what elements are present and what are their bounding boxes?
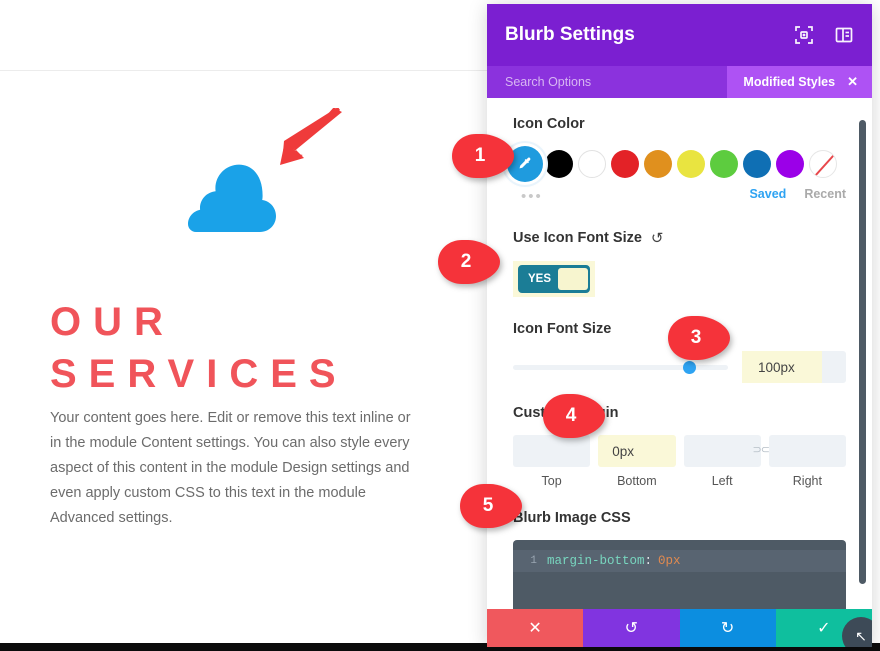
panel-footer: ✕ ↺ ↻ ✓ xyxy=(487,609,872,647)
reset-icon[interactable]: ↺ xyxy=(651,229,664,247)
redo-button[interactable]: ↻ xyxy=(679,609,776,647)
panel-subbar: Modified Styles ✕ xyxy=(487,66,872,98)
blurb-image-css-label: Blurb Image CSS xyxy=(513,510,631,526)
margin-bottom-caption: Bottom xyxy=(617,474,657,488)
swatch-orange[interactable] xyxy=(644,150,672,178)
marker-5-number: 5 xyxy=(482,495,494,516)
modified-styles-chip[interactable]: Modified Styles ✕ xyxy=(727,66,872,98)
custom-margin-group: Top 0px Bottom Left ⊃⊂ Right xyxy=(513,435,846,488)
pointer-arrow-icon xyxy=(262,107,348,177)
use-icon-font-size-label: Use Icon Font Size ↺ xyxy=(513,229,846,247)
icon-color-label: Icon Color xyxy=(513,116,585,132)
marker-3: 3 xyxy=(668,316,730,360)
search-input[interactable] xyxy=(505,75,728,89)
saved-recent-links: Saved Recent xyxy=(749,187,846,201)
undo-icon: ↺ xyxy=(624,620,639,637)
icon-font-size-slider[interactable] xyxy=(513,360,728,374)
close-icon: ✕ xyxy=(528,620,542,637)
margin-right-caption: Right xyxy=(792,474,822,488)
panel-header-icons xyxy=(794,25,854,45)
margin-left-caption: Left xyxy=(711,474,733,488)
swatch-green[interactable] xyxy=(710,150,738,178)
panel-header: Blurb Settings xyxy=(487,4,872,66)
swatch-blue[interactable] xyxy=(743,150,771,178)
margin-left-col: Left xyxy=(683,435,761,488)
use-icon-font-size-toggle-wrap: YES xyxy=(513,261,595,297)
margin-right-col: ⊃⊂ Right xyxy=(753,435,846,488)
swatch-purple[interactable] xyxy=(776,150,804,178)
toggle-knob[interactable] xyxy=(558,268,588,290)
code-property: margin-bottom xyxy=(547,554,645,568)
margin-bottom-input[interactable]: 0px xyxy=(598,435,676,467)
check-icon: ✓ xyxy=(817,620,831,637)
undo-button[interactable]: ↺ xyxy=(583,609,680,647)
marker-1: 1 xyxy=(452,134,514,178)
marker-5: 5 xyxy=(460,484,522,528)
cancel-button[interactable]: ✕ xyxy=(487,609,584,647)
margin-top-input[interactable] xyxy=(513,435,591,467)
page-header-divider xyxy=(0,70,487,71)
icon-font-size-value[interactable]: 100px xyxy=(742,351,822,383)
swatch-white[interactable] xyxy=(578,150,606,178)
marker-4: 4 xyxy=(543,394,605,438)
marker-4-number: 4 xyxy=(565,405,577,426)
panel-title: Blurb Settings xyxy=(505,24,635,45)
marker-3-number: 3 xyxy=(690,327,702,348)
redo-icon: ↻ xyxy=(720,620,735,637)
icon-font-size-field[interactable]: 100px xyxy=(742,351,846,383)
page-title-line1: OUR xyxy=(50,300,175,344)
margin-left-input[interactable] xyxy=(683,435,761,467)
code-line[interactable]: 1 margin-bottom : 0px xyxy=(513,550,846,572)
slider-knob[interactable] xyxy=(683,360,697,374)
margin-top-caption: Top xyxy=(541,474,562,488)
code-line-number: 1 xyxy=(530,555,537,567)
swatch-none[interactable] xyxy=(809,150,837,178)
swatch-yellow[interactable] xyxy=(677,150,705,178)
margin-top-col: Top xyxy=(513,435,591,488)
recent-link[interactable]: Recent xyxy=(804,187,846,201)
saved-link[interactable]: Saved xyxy=(749,187,786,201)
page-title-line2: SERVICES xyxy=(50,352,348,396)
code-value: 0px xyxy=(658,554,681,568)
page-title: OUR SERVICES xyxy=(50,296,430,400)
modified-styles-label: Modified Styles xyxy=(743,75,836,89)
margin-bottom-col: 0px Bottom xyxy=(598,435,676,488)
marker-1-number: 1 xyxy=(474,145,486,166)
close-icon[interactable]: ✕ xyxy=(847,74,858,90)
screenshot-root: OUR SERVICES Your content goes here. Edi… xyxy=(0,0,880,651)
link-values-icon[interactable]: ⊃⊂ xyxy=(753,443,770,456)
use-icon-font-size-text: Use Icon Font Size xyxy=(513,230,642,246)
use-icon-font-size-toggle[interactable]: YES xyxy=(518,265,590,293)
margin-right-input[interactable] xyxy=(768,435,846,467)
panel-scrollbar[interactable] xyxy=(859,120,866,584)
marker-2: 2 xyxy=(438,240,500,284)
layout-columns-icon[interactable] xyxy=(834,25,854,45)
icon-color-swatches xyxy=(507,146,846,182)
toggle-value: YES xyxy=(528,273,552,285)
swatch-red[interactable] xyxy=(611,150,639,178)
marker-2-number: 2 xyxy=(460,251,472,272)
code-colon: : xyxy=(644,554,653,568)
swatch-black[interactable] xyxy=(545,150,573,178)
expand-icon[interactable] xyxy=(794,25,814,45)
page-body-text: Your content goes here. Edit or remove t… xyxy=(50,410,411,526)
